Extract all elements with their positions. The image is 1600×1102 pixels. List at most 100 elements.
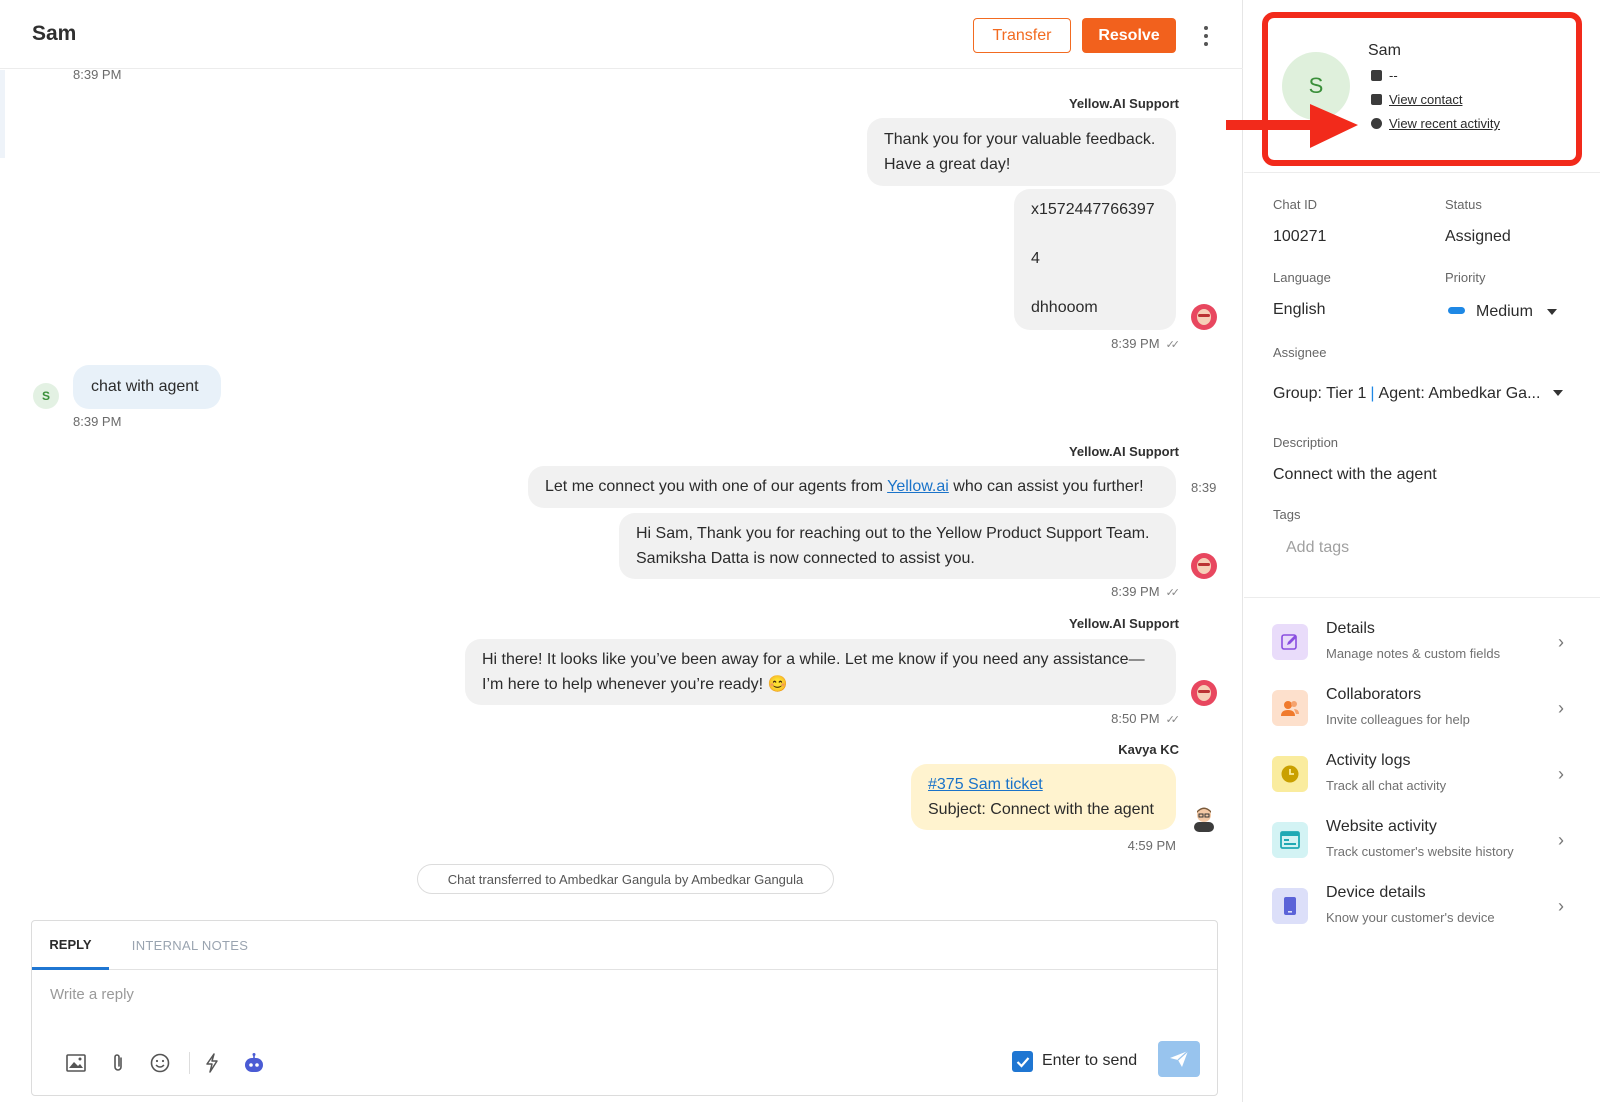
emoji-icon[interactable]: [148, 1051, 172, 1075]
view-recent-activity-row[interactable]: View recent activity: [1371, 116, 1500, 131]
assignee-group: Group: Tier 1: [1273, 385, 1367, 402]
menu-item-details[interactable]: Details Manage notes & custom fields ›: [1262, 618, 1576, 676]
bot-message-bubble: x1572447766397 4 dhhooom: [1014, 189, 1176, 330]
message-text: x1572447766397: [1031, 201, 1155, 218]
priority-indicator: [1448, 307, 1465, 314]
clock-icon: [1371, 118, 1382, 129]
id-badge-icon: [1371, 70, 1382, 81]
menu-item-website-activity[interactable]: Website activity Track customer's websit…: [1262, 816, 1576, 874]
priority-label: Priority: [1445, 270, 1486, 285]
contact-id-row: --: [1371, 68, 1398, 83]
tab-internal-notes[interactable]: INTERNAL NOTES: [125, 921, 255, 970]
yellow-ai-link[interactable]: Yellow.ai: [887, 478, 949, 495]
chat-title: Sam: [32, 22, 77, 45]
chevron-right-icon: ›: [1558, 896, 1564, 916]
annotation-arrow-icon: [1226, 104, 1358, 148]
status-label: Status: [1445, 197, 1482, 212]
priority-select[interactable]: Medium: [1476, 303, 1533, 321]
message-text: I’m here to help whenever you’re ready! …: [482, 676, 788, 693]
priority-chevron-down-icon[interactable]: [1547, 309, 1557, 315]
device-phone-icon: [1272, 888, 1308, 924]
message-timestamp: 8:39 PM ✓✓: [1111, 336, 1180, 351]
activity-clock-icon: [1272, 756, 1308, 792]
view-contact-row[interactable]: View contact: [1371, 92, 1462, 107]
chat-id-value: 100271: [1273, 228, 1327, 245]
message-text: Thank you for your valuable feedback.: [884, 131, 1156, 148]
add-tags-input[interactable]: Add tags: [1286, 539, 1349, 557]
chat-id-label: Chat ID: [1273, 197, 1318, 212]
menu-subtitle: Track all chat activity: [1326, 778, 1447, 793]
bot-avatar: [1191, 553, 1217, 579]
status-value: Assigned: [1445, 228, 1511, 245]
panel-divider: [1244, 597, 1600, 598]
menu-item-device-details[interactable]: Device details Know your customer's devi…: [1262, 882, 1576, 940]
image-icon[interactable]: [64, 1051, 88, 1075]
details-edit-icon: [1272, 624, 1308, 660]
timestamp-text: 8:39 PM: [1111, 584, 1160, 599]
assignee-separator: |: [1370, 385, 1375, 402]
message-text: Hi there! It looks like you’ve been away…: [482, 651, 1145, 668]
message-timestamp: 8:39 PM: [73, 67, 122, 82]
chevron-right-icon: ›: [1558, 764, 1564, 784]
bot-message-bubble: Thank you for your valuable feedback. Ha…: [867, 118, 1176, 186]
system-notice: Chat transferred to Ambedkar Gangula by …: [417, 864, 834, 894]
bot-avatar: [1191, 680, 1217, 706]
message-timestamp: 8:39 PM: [73, 414, 122, 429]
message-timestamp: 8:39: [1191, 480, 1217, 495]
message-text: dhhooom: [1031, 299, 1098, 316]
transfer-button[interactable]: Transfer: [973, 18, 1071, 53]
read-receipt-icon: ✓✓: [1165, 714, 1181, 726]
menu-subtitle: Know your customer's device: [1326, 910, 1495, 925]
assignee-label: Assignee: [1273, 345, 1327, 360]
chevron-right-icon: ›: [1558, 830, 1564, 850]
description-label: Description: [1273, 435, 1339, 450]
message-text: Have a great day!: [884, 156, 1011, 173]
bot-avatar: [1191, 304, 1217, 330]
message-sender: Yellow.AI Support: [1068, 616, 1179, 631]
quick-reply-lightning-icon[interactable]: [200, 1051, 224, 1075]
user-avatar: S: [33, 383, 59, 409]
resolve-button[interactable]: Resolve: [1082, 18, 1176, 53]
send-icon: [1170, 1050, 1189, 1067]
view-contact-link[interactable]: View contact: [1389, 92, 1462, 107]
menu-item-activity-logs[interactable]: Activity logs Track all chat activity ›: [1262, 750, 1576, 808]
menu-title: Device details: [1326, 884, 1426, 901]
contact-name: Sam: [1368, 42, 1401, 59]
language-value: English: [1273, 301, 1326, 318]
reply-input[interactable]: [50, 982, 650, 1006]
message-text: chat with agent: [91, 378, 199, 395]
enter-to-send-checkbox[interactable]: [1012, 1051, 1033, 1072]
bot-message-bubble: Let me connect you with one of our agent…: [528, 466, 1176, 508]
ticket-link[interactable]: #375 Sam ticket: [928, 776, 1043, 793]
app-root: Sam Transfer Resolve 8:39 PM Yellow.AI S…: [0, 0, 1600, 1102]
bot-message-bubble: Hi Sam, Thank you for reaching out to th…: [619, 513, 1176, 579]
menu-subtitle: Invite colleagues for help: [1326, 712, 1470, 727]
language-label: Language: [1273, 270, 1331, 285]
tab-reply[interactable]: REPLY: [32, 921, 109, 970]
menu-title: Website activity: [1326, 818, 1437, 835]
message-text: Samiksha Datta is now connected to assis…: [636, 550, 975, 567]
send-button[interactable]: [1158, 1041, 1200, 1077]
menu-item-collaborators[interactable]: Collaborators Invite colleagues for help…: [1262, 684, 1576, 742]
website-browser-icon: [1272, 822, 1308, 858]
description-value[interactable]: Connect with the agent: [1273, 466, 1437, 484]
toolbar-divider: [189, 1052, 190, 1074]
more-options-icon[interactable]: [1196, 22, 1216, 50]
contact-card-icon: [1371, 94, 1382, 105]
chevron-right-icon: ›: [1558, 632, 1564, 652]
ticket-message-bubble: #375 Sam ticket Subject: Connect with th…: [911, 764, 1176, 830]
assignee-chevron-down-icon[interactable]: [1553, 390, 1563, 396]
bot-assist-icon[interactable]: [242, 1051, 266, 1075]
ticket-subject: Subject: Connect with the agent: [928, 801, 1154, 818]
message-text: Hi Sam, Thank you for reaching out to th…: [636, 525, 1150, 542]
view-recent-activity-link[interactable]: View recent activity: [1389, 116, 1500, 131]
attachment-icon[interactable]: [106, 1051, 130, 1075]
tags-label: Tags: [1273, 507, 1301, 522]
timestamp-text: 8:50 PM: [1111, 711, 1160, 726]
assignee-select[interactable]: Group: Tier 1 | Agent: Ambedkar Ga...: [1273, 385, 1540, 403]
panel-divider: [1244, 172, 1600, 173]
contact-id-value: --: [1389, 68, 1398, 83]
assignee-agent: Agent: Ambedkar Ga...: [1378, 385, 1541, 402]
message-text: who can assist you further!: [948, 478, 1144, 495]
message-timestamp: 4:59 PM: [1127, 838, 1176, 853]
